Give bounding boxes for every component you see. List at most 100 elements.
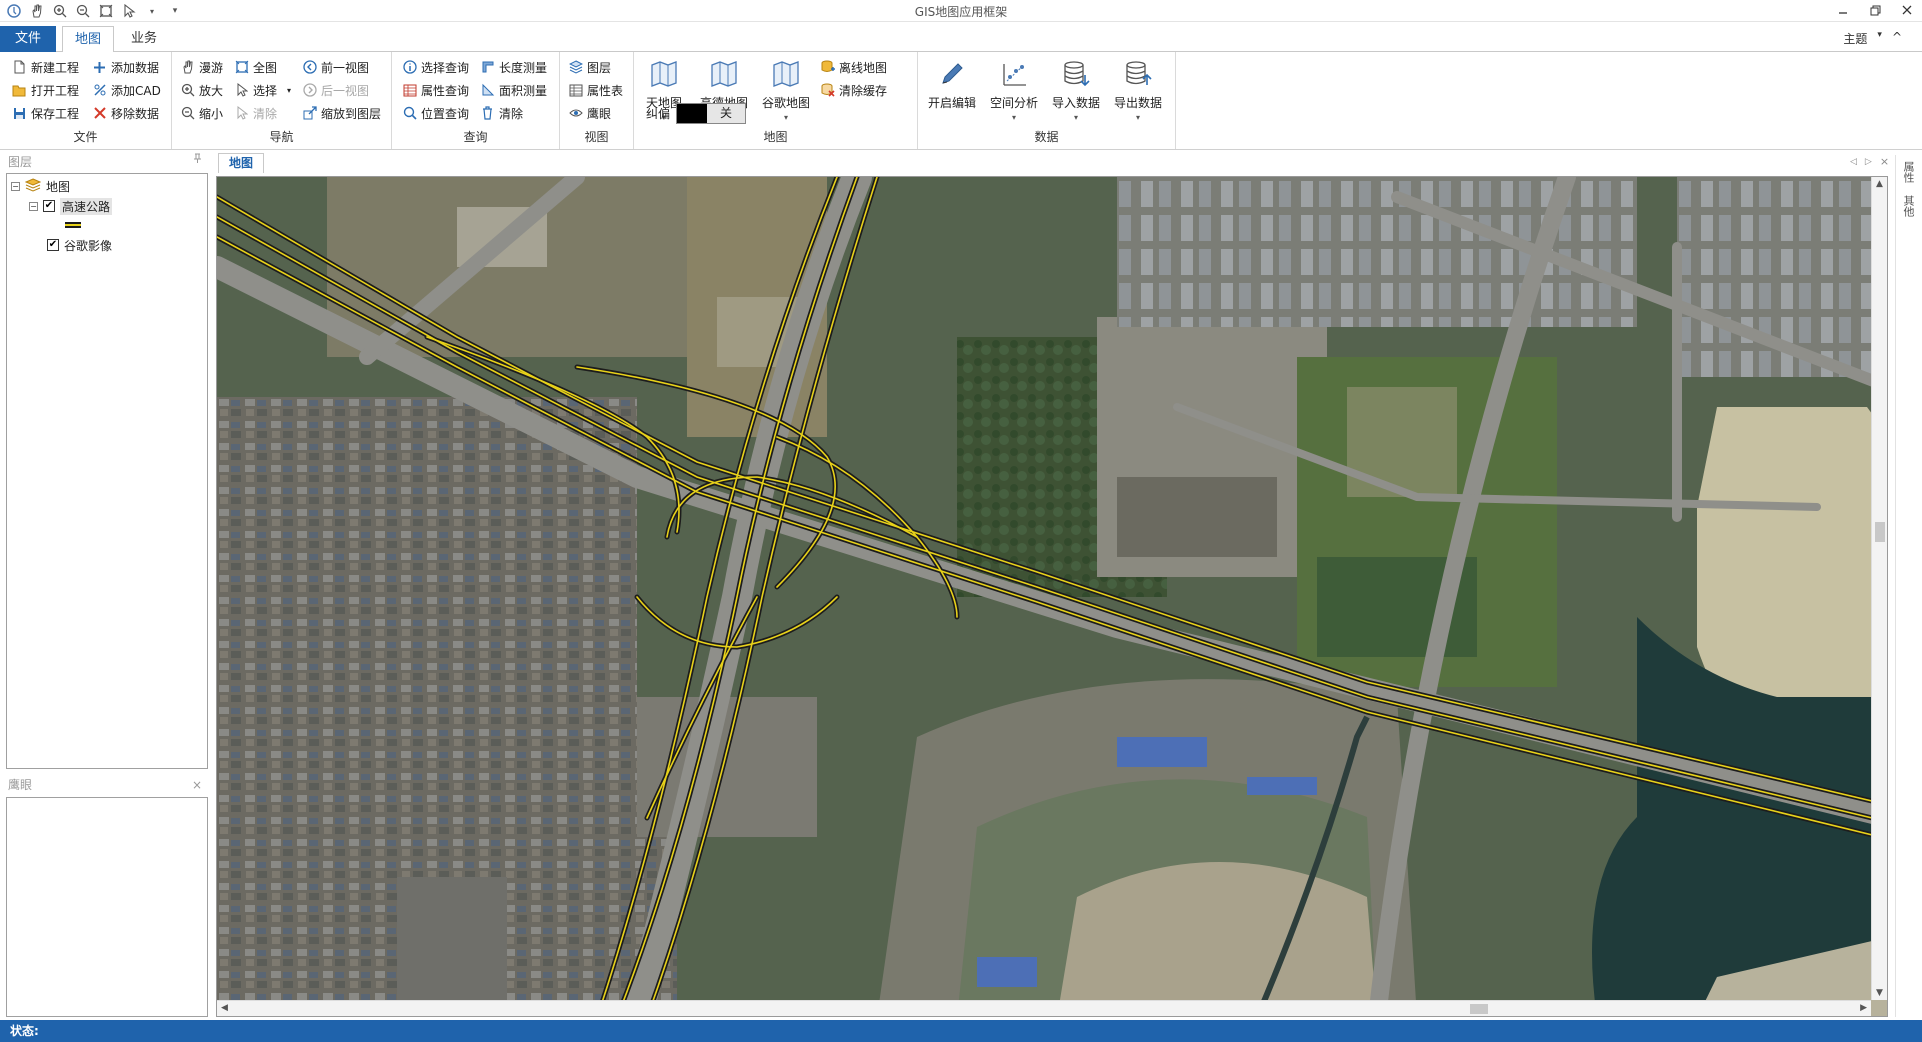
scroll-left-icon[interactable]: ◁ xyxy=(1850,157,1857,167)
properties-dock-tab[interactable]: 属性 xyxy=(1900,161,1916,183)
nav-clear-button[interactable]: 清除 xyxy=(234,103,277,123)
offset-state: 关 xyxy=(707,104,746,123)
eagle-eye-view[interactable] xyxy=(6,797,208,1017)
google-dropdown-icon: ▾ xyxy=(783,113,788,122)
tree-root-map[interactable]: − 地图 xyxy=(11,177,70,195)
open-project-button[interactable]: 打开工程 xyxy=(12,80,79,100)
trash-icon xyxy=(480,106,495,121)
close-icon[interactable] xyxy=(1900,2,1914,18)
eagle-eye-button[interactable]: 鹰眼 xyxy=(568,103,611,123)
start-edit-button[interactable]: 开启编辑 xyxy=(922,58,982,130)
layers-view-button[interactable]: 图层 xyxy=(568,57,611,77)
attribute-query-button[interactable]: 属性查询 xyxy=(402,80,469,100)
area-measure-button[interactable]: 面积测量 xyxy=(480,80,547,100)
save-project-button[interactable]: 保存工程 xyxy=(12,103,79,123)
back-arrow-icon xyxy=(302,60,317,75)
search-icon xyxy=(402,106,417,121)
forward-arrow-icon xyxy=(302,83,317,98)
layer-checkbox[interactable]: ✔ xyxy=(47,239,59,251)
navigation-group: 漫游 放大 缩小 全图 选择 ▾ 清除 前一视图 后一视图 缩放到图层 导航 xyxy=(172,52,392,149)
map-horizontal-scrollbar[interactable]: ◀ ▶ xyxy=(217,1000,1871,1016)
layer-checkbox[interactable]: ✔ xyxy=(43,200,55,212)
area-icon xyxy=(480,83,495,98)
document-controls: ◁ ▷ × xyxy=(1850,156,1889,167)
offset-toggle[interactable]: 关 xyxy=(676,103,747,124)
scroll-down-icon[interactable]: ▼ xyxy=(1876,988,1883,998)
spatial-analysis-button[interactable]: 空间分析 ▾ xyxy=(984,58,1044,130)
collapse-ribbon-icon[interactable]: ^ xyxy=(1892,30,1902,47)
offline-map-button[interactable]: 离线地图 xyxy=(820,57,887,77)
map-document-tab[interactable]: 地图 xyxy=(218,153,265,173)
location-query-button[interactable]: 位置查询 xyxy=(402,103,469,123)
ribbon: 新建工程 打开工程 保存工程 添加数据 添加CAD 移除数据 文件 漫游 放大 … xyxy=(0,52,1922,150)
zoom-out-button[interactable]: 缩小 xyxy=(180,103,223,123)
remove-data-button[interactable]: 移除数据 xyxy=(92,103,159,123)
scroll-right-icon[interactable]: ▷ xyxy=(1865,157,1872,167)
satellite-imagery[interactable] xyxy=(217,177,1888,1017)
select-query-button[interactable]: 选择查询 xyxy=(402,57,469,77)
status-bar: 状态: xyxy=(0,1020,1922,1042)
add-cad-button[interactable]: 添加CAD xyxy=(92,80,161,100)
collapse-icon[interactable]: − xyxy=(11,181,20,191)
close-icon[interactable]: × xyxy=(192,775,202,795)
scroll-up-icon[interactable]: ▲ xyxy=(1876,179,1883,189)
scroll-right-icon[interactable]: ▶ xyxy=(1860,1003,1867,1013)
import-data-button[interactable]: 导入数据 ▾ xyxy=(1046,58,1106,130)
roam-button[interactable]: 漫游 xyxy=(180,57,223,77)
offset-toggle-knob xyxy=(677,104,708,123)
map-view[interactable] xyxy=(216,176,1888,1017)
map-layers-icon xyxy=(24,177,42,195)
hand-icon xyxy=(180,60,195,75)
spatial-dropdown-icon: ▾ xyxy=(1011,113,1016,122)
tab-file[interactable]: 文件 xyxy=(0,26,56,52)
query-clear-button[interactable]: 清除 xyxy=(480,103,523,123)
vertical-scroll-thumb[interactable] xyxy=(1875,522,1885,542)
tab-map[interactable]: 地图 xyxy=(62,26,114,53)
view-group: 图层 属性表 鹰眼 视图 xyxy=(560,52,634,149)
magnifier-minus-icon xyxy=(180,106,195,121)
attribute-table-button[interactable]: 属性表 xyxy=(568,80,623,100)
ruler-icon xyxy=(480,60,495,75)
layer-item-google-imagery[interactable]: ✔ 谷歌影像 xyxy=(47,236,112,254)
layers-panel-title: 图层 xyxy=(8,155,33,169)
table-red-icon xyxy=(402,83,417,98)
import-db-icon xyxy=(1060,58,1092,90)
import-dropdown-icon: ▾ xyxy=(1073,113,1078,122)
theme-menu[interactable]: 主题 ▾ ^ xyxy=(1843,30,1902,47)
add-data-button[interactable]: 添加数据 xyxy=(92,57,159,77)
minimize-icon[interactable] xyxy=(1836,2,1850,18)
export-data-button[interactable]: 导出数据 ▾ xyxy=(1108,58,1168,130)
close-icon[interactable]: × xyxy=(1880,156,1889,167)
google-map-button[interactable]: 谷歌地图 ▾ xyxy=(756,58,816,130)
next-view-button[interactable]: 后一视图 xyxy=(302,80,369,100)
data-group: 开启编辑 空间分析 ▾ 导入数据 ▾ 导出数据 ▾ 数据 xyxy=(918,52,1176,149)
restore-icon[interactable] xyxy=(1868,2,1882,18)
previous-view-button[interactable]: 前一视图 xyxy=(302,57,369,77)
select-button[interactable]: 选择 ▾ xyxy=(234,80,291,100)
other-dock-tab[interactable]: 其他 xyxy=(1900,195,1916,217)
scroll-left-icon[interactable]: ◀ xyxy=(221,1003,228,1013)
offset-control: 纠偏 关 xyxy=(646,103,747,124)
full-extent-icon xyxy=(234,60,249,75)
new-project-button[interactable]: 新建工程 xyxy=(12,57,79,77)
layer-item-highway[interactable]: − ✔ 高速公路 xyxy=(29,197,113,215)
status-label: 状态: xyxy=(10,1024,39,1038)
length-measure-button[interactable]: 长度测量 xyxy=(480,57,547,77)
full-extent-button[interactable]: 全图 xyxy=(234,57,277,77)
magnifier-plus-icon xyxy=(180,83,195,98)
zoom-to-layer-button[interactable]: 缩放到图层 xyxy=(302,103,381,123)
data-group-label: 数据 xyxy=(1034,130,1059,144)
pin-icon[interactable] xyxy=(193,152,202,172)
theme-dropdown-icon: ▾ xyxy=(1877,30,1882,40)
clear-cache-button[interactable]: 清除缓存 xyxy=(820,80,887,100)
query-group: 选择查询 属性查询 位置查询 长度测量 面积测量 清除 查询 xyxy=(392,52,560,149)
zoom-in-button[interactable]: 放大 xyxy=(180,80,223,100)
tab-business[interactable]: 业务 xyxy=(118,26,170,52)
eagle-panel-header: 鹰眼 × xyxy=(0,775,210,795)
red-x-icon xyxy=(92,106,107,121)
map-vertical-scrollbar[interactable]: ▲ ▼ xyxy=(1871,177,1887,1000)
cursor-icon xyxy=(234,83,249,98)
offline-db-icon xyxy=(820,60,835,75)
horizontal-scroll-thumb[interactable] xyxy=(1470,1004,1488,1014)
collapse-icon[interactable]: − xyxy=(29,201,38,211)
